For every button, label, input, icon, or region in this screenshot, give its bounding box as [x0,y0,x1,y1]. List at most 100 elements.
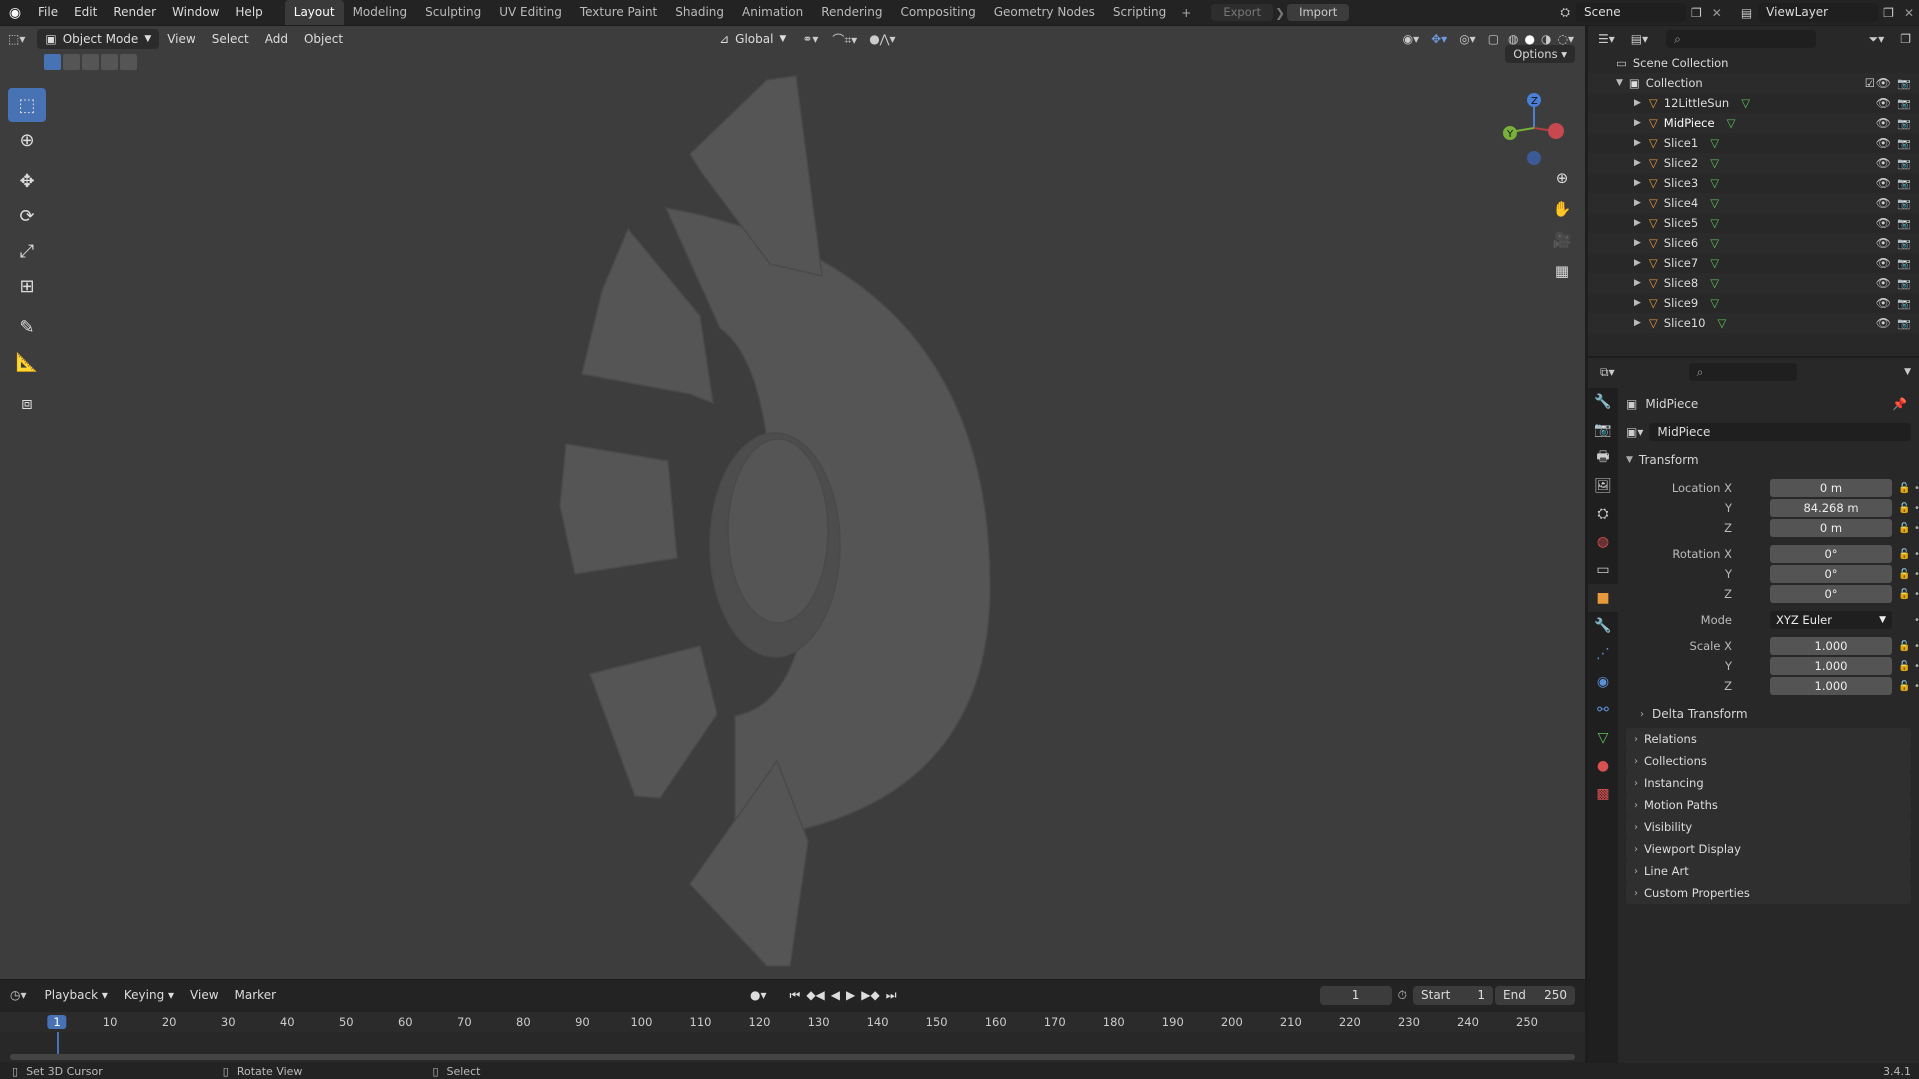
expand-arrow-icon[interactable]: ▶ [1634,298,1641,308]
outliner-object-row[interactable]: ▶ ▽ Slice3 ▽ 👁 📷 [1588,173,1919,193]
properties-search-input[interactable]: ⌕ [1688,363,1797,381]
new-view-layer-icon[interactable]: ❐ [1878,6,1899,20]
eye-icon[interactable]: 👁 [1876,196,1891,210]
expand-arrow-icon[interactable]: ▶ [1634,238,1641,248]
expand-arrow-icon[interactable]: ▶ [1634,198,1641,208]
rotation-z-field[interactable]: 0° [1770,585,1892,603]
camera-icon[interactable]: 📷 [1897,137,1911,150]
menu-file[interactable]: File [30,0,66,25]
camera-icon[interactable]: 📷 [1897,257,1911,270]
camera-icon[interactable]: 📷 [1897,297,1911,310]
camera-view-icon[interactable]: 🎥 [1548,226,1576,254]
navigation-gizmo[interactable]: Z Y [1488,88,1568,168]
tab-animation[interactable]: Animation [733,0,812,25]
new-collection-icon[interactable]: ❐ [1892,32,1919,46]
datablock-name-field[interactable]: MidPiece [1649,423,1911,441]
output-tab-icon[interactable]: 🖶 [1588,444,1618,472]
expand-arrow-icon[interactable]: ▶ [1634,98,1641,108]
pan-hand-icon[interactable]: ✋ [1548,195,1576,223]
mesh-render[interactable] [0,26,1585,979]
menu-marker[interactable]: Marker [227,984,284,1006]
current-frame-field[interactable]: 1 [1319,985,1392,1005]
scene-selector[interactable]: Scene [1576,3,1686,22]
camera-icon[interactable]: 📷 [1897,277,1911,290]
play-icon[interactable]: ▶ [843,988,858,1002]
menu-help[interactable]: Help [227,0,270,25]
view-layer-icon[interactable]: ▤ [1735,6,1758,20]
outliner-object-row[interactable]: ▶ ▽ Slice5 ▽ 👁 📷 [1588,213,1919,233]
panel-header-motion-paths[interactable]: › Motion Paths [1626,794,1911,816]
tab-compositing[interactable]: Compositing [891,0,984,25]
exclude-checkbox[interactable]: ☑ [1865,76,1875,90]
keyframe-dot-icon[interactable]: • [1914,589,1919,600]
keyframe-dot-icon[interactable]: • [1914,503,1919,514]
lock-icon[interactable]: 🔓 [1898,589,1910,600]
outliner-type-icon[interactable]: ☰▾ [1588,32,1625,46]
lock-icon[interactable]: 🔓 [1898,523,1910,534]
particles-tab-icon[interactable]: ⋰ [1588,640,1618,668]
outliner-object-row[interactable]: ▶ ▽ Slice9 ▽ 👁 📷 [1588,293,1919,313]
scale-y-field[interactable]: 1.000 [1770,657,1892,675]
auto-keying-icon[interactable]: ●▾ [744,988,773,1002]
eye-icon[interactable]: 👁 [1876,76,1891,90]
timeline-type-icon[interactable]: ◷▾ [0,988,37,1002]
eye-icon[interactable]: 👁 [1876,116,1891,130]
keyframe-dot-icon[interactable]: • [1914,569,1919,580]
object-tab-icon[interactable]: ■ [1588,584,1618,612]
tab-uv-editing[interactable]: UV Editing [490,0,571,25]
menu-render[interactable]: Render [105,0,164,25]
menu-view[interactable]: View [182,984,226,1006]
eye-icon[interactable]: 👁 [1876,176,1891,190]
tab-geometry-nodes[interactable]: Geometry Nodes [985,0,1104,25]
eye-icon[interactable]: 👁 [1876,256,1891,270]
eye-icon[interactable]: 👁 [1876,296,1891,310]
export-button[interactable]: Export [1211,4,1274,21]
render-tab-icon[interactable]: 📷 [1588,416,1618,444]
timeline-ruler[interactable]: 1 10 20 30 40 50 60 70 80 90 100 110 120 130 140 150 160… [0,1012,1585,1032]
camera-icon[interactable]: 📷 [1897,177,1911,190]
slice-left[interactable] [559,443,678,575]
keyframe-dot-icon[interactable]: • [1914,523,1919,534]
timeline[interactable]: ◷▾ Playback ▾ Keying ▾ View Marker ●▾ ⏮ … [0,980,1585,1063]
panel-header-viewport-display[interactable]: › Viewport Display [1626,838,1911,860]
location-z-field[interactable]: 0 m [1770,519,1892,537]
delete-scene-icon[interactable]: ✕ [1707,6,1727,20]
jump-keyframe-back-icon[interactable]: ◆◀ [803,988,827,1002]
new-scene-icon[interactable]: ❐ [1686,6,1707,20]
properties-editor[interactable]: ⧉▾ ⌕ ▼ 🔧 📷 🖶 🖼 ⛭ ◍ ▭ ■ 🔧 ⋰ ◉ ⚯ ▽ ● ▩ ▣ M… [1588,358,1919,1063]
transform-panel-header[interactable]: ▼ Transform [1626,450,1911,470]
modifier-tab-icon[interactable]: 🔧 [1588,612,1618,640]
texture-tab-icon[interactable]: ▩ [1588,780,1618,808]
expand-arrow-icon[interactable]: ▶ [1634,158,1641,168]
filter-icon[interactable]: ⏷▾ [1861,32,1893,47]
expand-arrow-icon[interactable]: ▶ [1634,118,1641,128]
lock-icon[interactable]: 🔓 [1898,569,1910,580]
outliner-search-input[interactable]: ⌕ [1666,30,1817,48]
delta-transform-subpanel[interactable]: › Delta Transform [1640,704,1748,724]
delete-view-layer-icon[interactable]: ✕ [1899,6,1919,20]
end-frame-field[interactable]: End 250 [1495,985,1575,1005]
outliner-object-row[interactable]: ▶ ▽ Slice8 ▽ 👁 📷 [1588,273,1919,293]
constraints-tab-icon[interactable]: ⚯ [1588,696,1618,724]
camera-icon[interactable]: 📷 [1897,197,1911,210]
keyframe-dot-icon[interactable]: • [1914,549,1919,560]
tab-modeling[interactable]: Modeling [344,0,417,25]
stopwatch-icon[interactable]: ⏱ [1392,988,1413,1003]
lock-icon[interactable]: 🔓 [1898,503,1910,514]
lock-icon[interactable]: 🔓 [1898,641,1910,652]
physics-tab-icon[interactable]: ◉ [1588,668,1618,696]
scene-tab-icon[interactable]: ⛭ [1588,500,1618,528]
eye-icon[interactable]: 👁 [1876,276,1891,290]
add-workspace-icon[interactable]: + [1175,6,1197,20]
grid-perspective-icon[interactable]: ▦ [1548,257,1576,285]
zoom-icon[interactable]: ⊕ [1548,164,1576,192]
lock-icon[interactable]: 🔓 [1898,661,1910,672]
expand-arrow-icon[interactable]: ▶ [1634,138,1641,148]
tab-shading[interactable]: Shading [666,0,733,25]
display-mode-icon[interactable]: ▤▾ [1625,32,1654,46]
keyframe-dot-icon[interactable]: • [1914,661,1919,672]
camera-icon[interactable]: 📷 [1897,317,1911,330]
panel-header-custom-properties[interactable]: › Custom Properties [1626,882,1911,904]
panel-header-collections[interactable]: › Collections [1626,750,1911,772]
jump-end-icon[interactable]: ⏭ [883,988,900,1003]
